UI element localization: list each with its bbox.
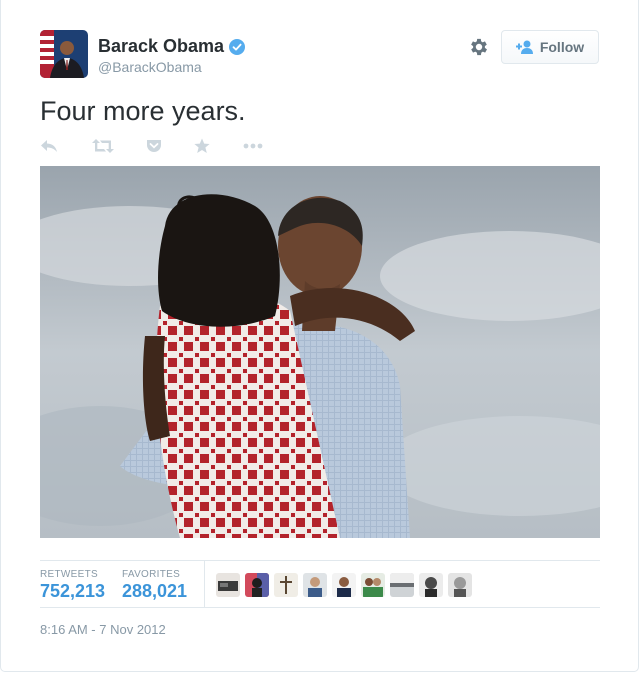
author-handle[interactable]: @BarackObama	[98, 59, 202, 75]
tweet-stats: RETWEETS 752,213 FAVORITES 288,021	[40, 561, 600, 607]
ellipsis-icon[interactable]	[243, 136, 263, 156]
tweet-photo[interactable]	[40, 166, 600, 538]
retweet-icon[interactable]	[92, 136, 114, 156]
favorites-stat[interactable]: FAVORITES 288,021	[122, 569, 187, 602]
favoriter-avatar[interactable]	[332, 573, 356, 597]
author-avatar[interactable]	[40, 30, 88, 78]
star-icon[interactable]	[194, 136, 210, 156]
favoriter-avatar[interactable]	[245, 573, 269, 597]
favoriter-avatar[interactable]	[390, 573, 414, 597]
tweet-card: Barack Obama @BarackObama Follow Four mo…	[0, 0, 639, 672]
retweets-count: 752,213	[40, 581, 106, 601]
favoriter-avatar[interactable]	[448, 573, 472, 597]
stats-separator	[204, 561, 205, 607]
favorites-count: 288,021	[122, 581, 188, 601]
favoriter-avatar[interactable]	[274, 573, 298, 597]
follow-button[interactable]: Follow	[501, 30, 599, 64]
retweets-label: RETWEETS	[40, 569, 98, 580]
tweet-text: Four more years.	[40, 96, 246, 126]
favoriter-avatar[interactable]	[216, 573, 240, 597]
follow-label: Follow	[539, 39, 585, 55]
gear-icon[interactable]	[468, 36, 490, 58]
favoriters-avatars	[216, 573, 477, 597]
retweets-stat[interactable]: RETWEETS 752,213	[40, 569, 105, 602]
favoriter-avatar[interactable]	[303, 573, 327, 597]
pocket-icon[interactable]	[146, 136, 162, 156]
favorites-label: FAVORITES	[122, 569, 181, 580]
favoriter-avatar[interactable]	[361, 573, 385, 597]
verified-badge-icon	[229, 38, 246, 55]
reply-icon[interactable]	[40, 136, 58, 156]
add-user-icon	[515, 40, 533, 54]
author-name[interactable]: Barack Obama	[98, 36, 224, 57]
stats-bottom-divider	[40, 607, 600, 608]
tweet-timestamp[interactable]: 8:16 AM - 7 Nov 2012	[40, 622, 166, 637]
favoriter-avatar[interactable]	[419, 573, 443, 597]
